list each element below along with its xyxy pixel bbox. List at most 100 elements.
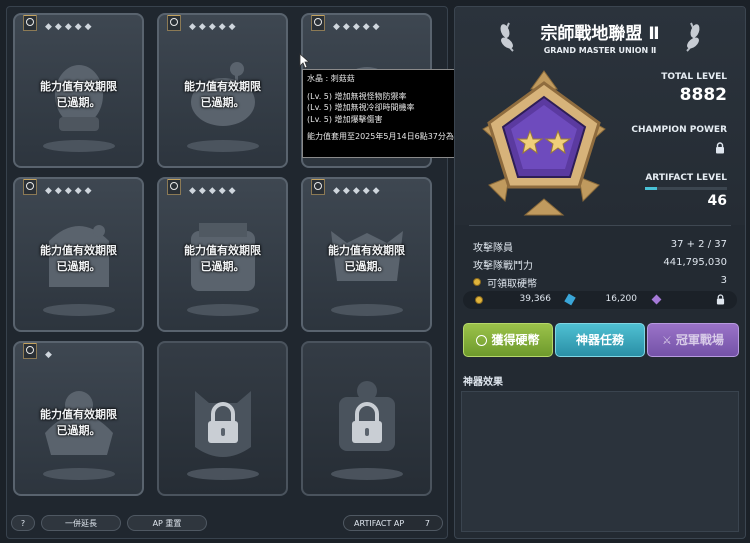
locked-artifact-slot[interactable] — [157, 341, 288, 496]
artifact-level-label: ARTIFACT LEVEL — [645, 173, 727, 183]
stat-value: 441,795,030 — [663, 257, 727, 268]
pedestal — [186, 140, 259, 152]
artifact-quest-button[interactable]: 神器任務 — [555, 323, 645, 357]
stat-value: 3 — [720, 275, 727, 286]
expired-notice: 能力值有效期限 已過期。 — [303, 243, 430, 275]
champion-power-label: CHAMPION POWER — [631, 125, 727, 135]
get-coins-button[interactable]: 獲得硬幣 — [463, 323, 553, 357]
stat-label: 可領取硬幣 — [487, 279, 537, 290]
expired-line: 能力值有效期限 — [328, 244, 405, 257]
coin-amount: 39,366 — [519, 294, 552, 304]
clock-icon — [170, 18, 178, 26]
stat-value: 37 + 2 / 37 — [670, 239, 727, 250]
expired-notice: 能力值有效期限 已過期。 — [159, 79, 286, 111]
artifact-quest-label: 神器任務 — [575, 333, 624, 347]
ap-reset-button[interactable]: AP 重置 — [127, 515, 207, 531]
coin-icon — [475, 296, 483, 304]
pedestal — [42, 468, 115, 480]
tooltip-effect-line: (Lv. 5) 增加無視怪物防禦率 — [307, 91, 407, 101]
expired-notice: 能力值有效期限 已過期。 — [15, 407, 142, 439]
star-rating: ◆ — [45, 350, 55, 360]
pedestal — [330, 468, 403, 480]
pedestal — [42, 304, 115, 316]
expired-line: 已過期。 — [56, 96, 101, 109]
expired-line: 已過期。 — [344, 260, 389, 273]
pedestal — [186, 304, 259, 316]
timer-tag — [23, 15, 37, 31]
pedestal — [186, 468, 259, 480]
help-button[interactable]: ? — [11, 515, 35, 531]
artifact-ap-value: 7 — [424, 519, 430, 528]
timer-tag — [167, 15, 181, 31]
expired-line: 能力值有效期限 — [184, 80, 261, 93]
expired-notice: 能力值有效期限 已過期。 — [159, 243, 286, 275]
timer-tag — [23, 179, 37, 195]
swords-icon: ⚔ — [662, 334, 672, 347]
crystal-icon — [651, 294, 662, 305]
gem-amount: 16,200 — [605, 294, 638, 304]
union-info-panel: 宗師戰地聯盟 Ⅱ GRAND MASTER UNION Ⅱ TOTAL LEVE… — [454, 6, 746, 539]
mouse-pointer-icon — [299, 53, 311, 69]
champion-field-button[interactable]: ⚔ 冠軍戰場 — [647, 323, 739, 357]
clock-icon — [26, 346, 34, 354]
union-subtitle: GRAND MASTER UNION Ⅱ — [543, 46, 657, 55]
expired-line: 能力值有效期限 — [184, 244, 261, 257]
expired-line: 已過期。 — [56, 424, 101, 437]
artifact-tooltip: 水晶 : 刺菇菇 (Lv. 5) 增加無視怪物防禦率 (Lv. 5) 增加無視冷… — [302, 69, 470, 158]
total-level-label: TOTAL LEVEL — [661, 72, 727, 82]
artifact-card[interactable]: ◆◆◆◆◆ 能力值有效期限 已過期。 — [301, 177, 432, 332]
coin-icon — [473, 278, 481, 286]
expired-line: 已過期。 — [200, 260, 245, 273]
stat-row-members: 攻擊隊員 37 + 2 / 37 — [463, 239, 737, 257]
expired-notice: 能力值有效期限 已過期。 — [15, 243, 142, 275]
artifact-level-bar — [645, 187, 727, 190]
union-header: 宗師戰地聯盟 Ⅱ GRAND MASTER UNION Ⅱ TOTAL LEVE… — [455, 7, 745, 225]
artifact-card[interactable]: ◆◆◆◆◆ 能力值有效期限 已過期。 — [13, 13, 144, 168]
artifact-card[interactable]: ◆◆◆◆◆ 能力值有效期限 已過期。 — [157, 13, 288, 168]
expired-line: 能力值有效期限 — [40, 408, 117, 421]
star-rating: ◆◆◆◆◆ — [45, 22, 95, 32]
clock-icon — [26, 18, 34, 26]
coin-outline-icon — [476, 335, 488, 346]
expired-line: 能力值有效期限 — [40, 244, 117, 257]
gem-icon — [564, 293, 576, 306]
timer-tag — [23, 343, 37, 359]
artifact-ap-label: ARTIFACT AP — [354, 519, 405, 528]
timer-tag — [311, 15, 325, 31]
star-rating: ◆◆◆◆◆ — [333, 186, 383, 196]
tooltip-title: 水晶 : 刺菇菇 — [307, 74, 355, 83]
artifact-card[interactable]: ◆◆◆◆◆ 能力值有效期限 已過期。 — [13, 177, 144, 332]
expired-line: 已過期。 — [56, 260, 101, 273]
clock-icon — [314, 18, 322, 26]
artifact-effects-section: 神器效果 — [461, 373, 739, 532]
stat-label: 攻擊隊員 — [473, 243, 513, 254]
lock-icon — [716, 294, 725, 305]
stats-divider — [469, 225, 731, 226]
lock-icon — [207, 402, 238, 443]
star-rating: ◆◆◆◆◆ — [45, 186, 95, 196]
pedestal — [330, 304, 403, 316]
resource-bar: 39,366 16,200 — [463, 291, 737, 309]
lock-icon — [351, 402, 382, 443]
star-rating: ◆◆◆◆◆ — [333, 22, 383, 32]
clock-icon — [26, 182, 34, 190]
champion-field-label: 冠軍戰場 — [675, 333, 724, 347]
star-rating: ◆◆◆◆◆ — [189, 22, 239, 32]
stat-row-power: 攻擊隊戰鬥力 441,795,030 — [463, 257, 737, 275]
expired-notice: 能力值有效期限 已過期。 — [15, 79, 142, 111]
stat-label: 攻擊隊戰鬥力 — [473, 261, 533, 272]
effects-title: 神器效果 — [463, 377, 503, 388]
artifact-card[interactable]: ◆ 能力值有效期限 已過期。 — [13, 341, 144, 496]
artifact-level-bar-fill — [645, 187, 658, 190]
effects-list-box[interactable] — [461, 391, 739, 532]
lock-icon — [716, 142, 724, 154]
expired-line: 能力值有效期限 — [40, 80, 117, 93]
extend-all-button[interactable]: 一併延長 — [41, 515, 121, 531]
get-coins-label: 獲得硬幣 — [491, 333, 540, 347]
tooltip-effect-line: (Lv. 5) 增加爆擊傷害 — [307, 114, 383, 124]
timer-tag — [167, 179, 181, 195]
artifact-card[interactable]: ◆◆◆◆◆ 能力值有效期限 已過期。 — [157, 177, 288, 332]
locked-artifact-slot[interactable] — [301, 341, 432, 496]
clock-icon — [314, 182, 322, 190]
union-rank-emblem-icon — [482, 70, 606, 216]
